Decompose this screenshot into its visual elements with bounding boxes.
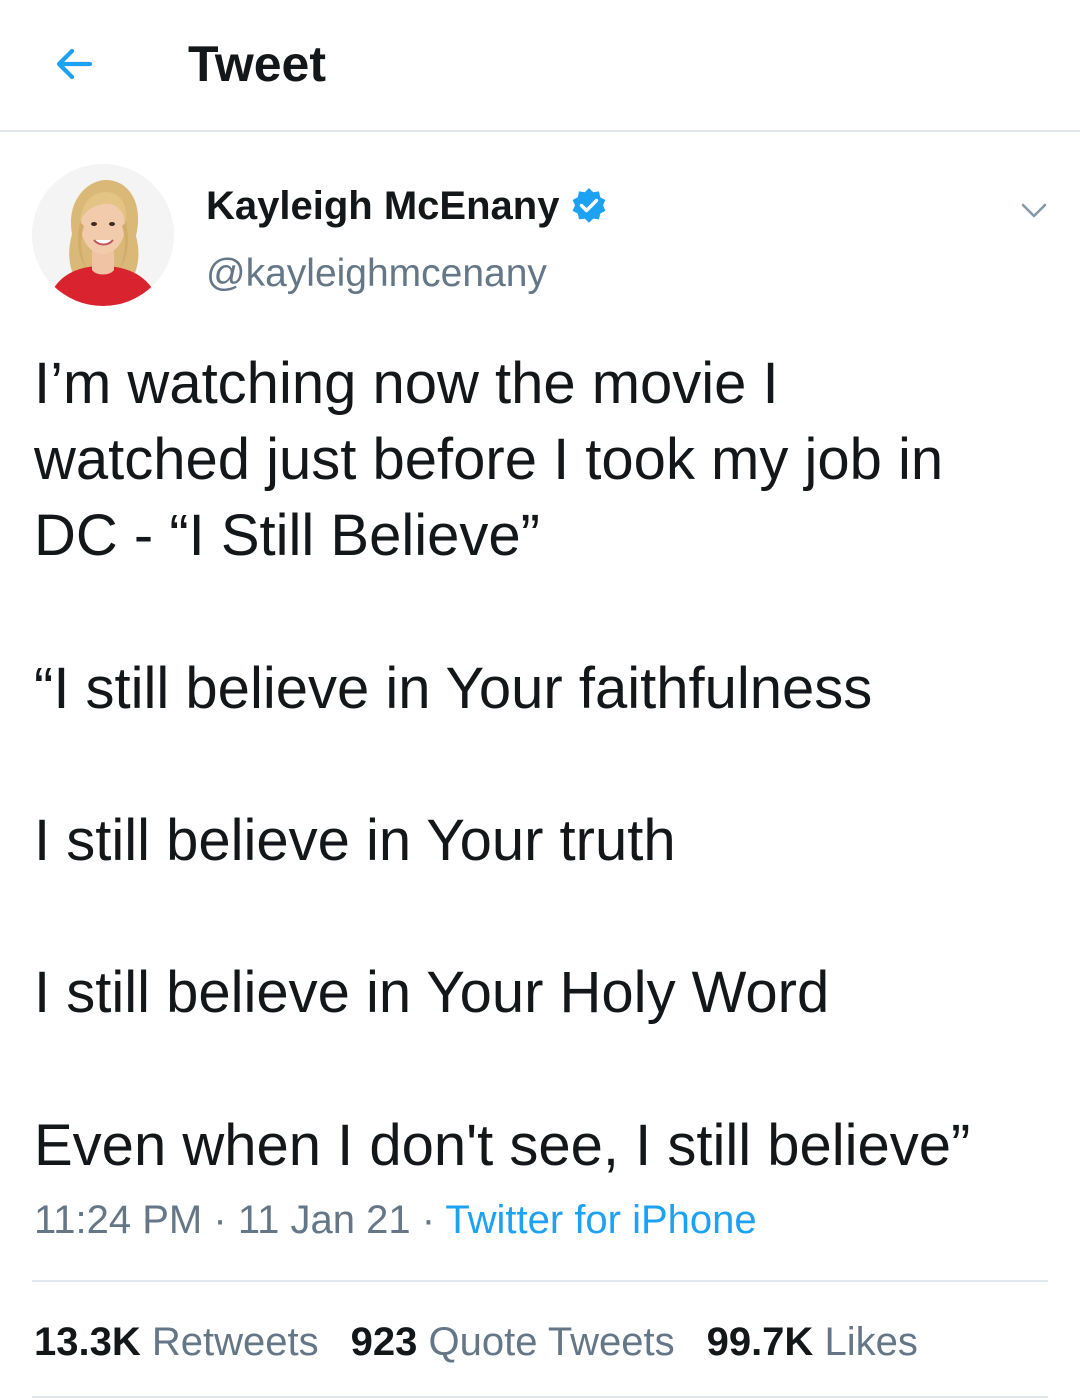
author-name-row[interactable]: Kayleigh McEnany: [206, 178, 609, 234]
retweets-count: 13.3K: [34, 1320, 141, 1364]
tweet-time[interactable]: 11:24 PM: [34, 1198, 202, 1242]
tweet-meta: 11:24 PM · 11 Jan 21 · Twitter for iPhon…: [34, 1192, 757, 1248]
avatar[interactable]: [32, 164, 174, 306]
top-bar: Tweet: [0, 0, 1080, 132]
tweet-text-line: watched just before I took my job in: [34, 427, 944, 492]
tweet-text-line: Even when I don't see, I still believe”: [34, 1113, 971, 1178]
author-handle[interactable]: @kayleighmcenany: [206, 246, 547, 302]
meta-separator: ·: [213, 1198, 227, 1242]
quote-tweets-stat[interactable]: 923 Quote Tweets: [351, 1312, 675, 1372]
retweets-stat[interactable]: 13.3K Retweets: [34, 1312, 319, 1372]
tweet-source-link[interactable]: Twitter for iPhone: [445, 1198, 756, 1242]
quote-tweets-count: 923: [350, 1320, 418, 1364]
tweet-text-line: I’m watching now the movie I: [34, 351, 779, 416]
tweet-menu-button[interactable]: [1014, 190, 1054, 230]
back-button[interactable]: [44, 34, 104, 94]
divider: [32, 1280, 1048, 1282]
quote-tweets-label: Quote Tweets: [428, 1320, 675, 1364]
chevron-down-icon: [1021, 203, 1047, 218]
tweet-text-line: I still believe in Your truth: [34, 808, 676, 873]
meta-separator: ·: [421, 1198, 436, 1242]
verified-badge-icon: [569, 186, 609, 226]
likes-stat[interactable]: 99.7K Likes: [707, 1312, 918, 1372]
page-title: Tweet: [188, 36, 326, 92]
tweet-text-line: DC - “I Still Believe”: [34, 503, 540, 568]
tweet-date[interactable]: 11 Jan 21: [238, 1198, 411, 1242]
tweet-text-line: I still believe in Your Holy Word: [34, 960, 830, 1025]
tweet-text-line: “I still believe in Your faithfulness: [34, 656, 873, 721]
arrow-left-icon: [56, 48, 93, 80]
retweets-label: Retweets: [151, 1320, 319, 1364]
likes-count: 99.7K: [706, 1320, 814, 1364]
tweet-stats: 13.3K Retweets 923 Quote Tweets 99.7K Li…: [34, 1312, 950, 1372]
divider: [32, 1396, 1048, 1398]
author-name[interactable]: Kayleigh McEnany: [206, 178, 559, 234]
profile-photo: [32, 164, 174, 306]
likes-label: Likes: [824, 1320, 918, 1364]
